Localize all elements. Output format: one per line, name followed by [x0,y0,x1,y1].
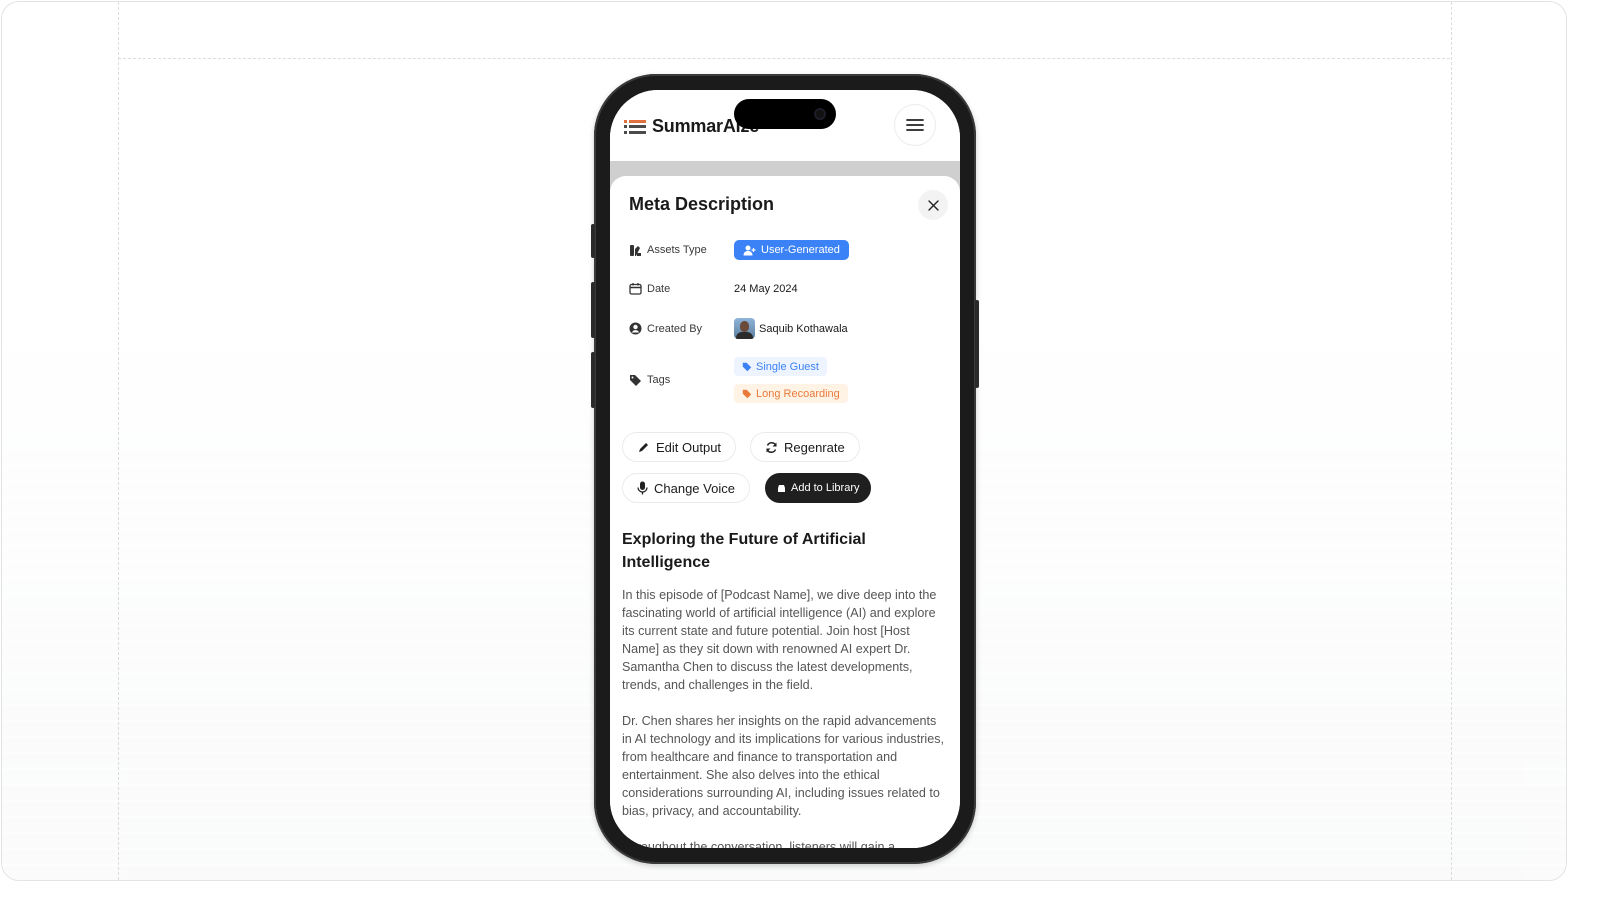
meta-row-assets-type: Assets Type User-Generated [629,240,849,260]
library-icon [778,484,785,492]
meta-row-date: Date 24 May 2024 [629,282,798,295]
regenerate-button[interactable]: Regenrate [750,432,860,462]
phone-screen: SummarAIze Meta Description Assets Type … [610,90,960,848]
edit-output-button[interactable]: Edit Output [622,432,737,462]
action-button [591,224,595,258]
guide-line-right [1451,2,1452,880]
volume-down-button [591,352,595,408]
change-voice-button[interactable]: Change Voice [622,473,750,503]
close-button[interactable] [918,190,948,220]
article-title: Exploring the Future of Artificial Intel… [622,531,866,571]
dynamic-island [734,99,836,129]
sheet-title: Meta Description [629,194,775,214]
tag-icon [742,362,752,371]
creator-name: Saquib Kothawala [759,322,848,335]
refresh-icon [766,441,777,453]
tag-icon [742,389,752,398]
tags-label: Tags [647,374,671,386]
power-button [975,300,979,388]
phone-mockup: SummarAIze Meta Description Assets Type … [591,74,979,864]
assets-type-badge[interactable]: User-Generated [734,240,849,260]
article-paragraph: Dr. Chen shares her insights on the rapi… [622,714,945,818]
user-plus-icon [743,245,756,255]
menu-button[interactable] [894,104,936,146]
date-value: 24 May 2024 [734,282,798,295]
created-by-label: Created By [647,322,703,335]
user-circle-icon [629,322,642,335]
meta-row-created-by: Created By Saquib Kothawala [629,318,848,339]
add-to-library-button[interactable]: Add to Library [765,473,872,503]
date-label: Date [647,282,671,295]
assets-type-label: Assets Type [647,244,707,256]
volume-up-button [591,282,595,338]
tag-list: Single Guest Long Recoarding [734,357,848,403]
assets-icon [630,244,641,256]
pencil-icon [639,442,648,452]
avatar [734,318,755,339]
close-icon [927,199,939,211]
hamburger-icon [906,119,924,131]
meta-row-tags: Tags Single Guest Long Recoarding [629,357,848,403]
article: Exploring the Future of Artificial Intel… [622,528,946,848]
guide-line-left [118,2,119,880]
tag-icon [630,374,641,386]
list-lines-icon [624,119,646,135]
tag-long-recording[interactable]: Long Recoarding [734,384,848,403]
microphone-icon [637,481,648,495]
tag-single-guest[interactable]: Single Guest [734,357,827,376]
assets-type-value: User-Generated [761,244,840,256]
meta-description-sheet: Meta Description Assets Type User-Genera… [610,176,960,848]
article-paragraph: Throughout the conversation, listeners w… [622,840,896,848]
article-paragraph: In this episode of [Podcast Name], we di… [622,588,937,692]
guide-line-top [118,58,1450,59]
calendar-icon [629,283,642,295]
